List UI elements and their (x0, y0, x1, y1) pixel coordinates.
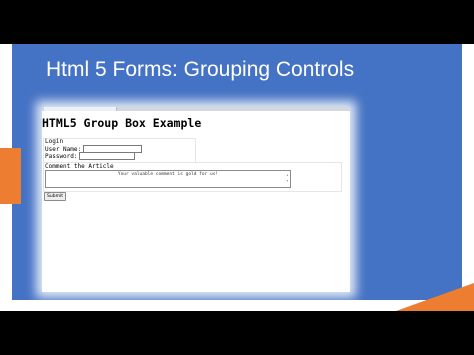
username-label: User Name: (45, 146, 82, 153)
password-input[interactable] (79, 152, 135, 160)
login-legend: Login (45, 138, 64, 145)
accent-corner (396, 283, 474, 311)
accent-bar-left (0, 148, 21, 204)
textarea-scrollbar[interactable]: ▴ ▾ (286, 172, 289, 185)
browser-tab[interactable] (44, 107, 117, 111)
slide-title: Html 5 Forms: Grouping Controls (46, 58, 355, 81)
page-heading: HTML5 Group Box Example (42, 116, 202, 130)
browser-screenshot: HTML5 Group Box Example Login User Name:… (42, 107, 350, 292)
comment-placeholder: Your valuable comment is gold for us! (117, 172, 219, 177)
slide: Html 5 Forms: Grouping Controls HTML5 Gr… (0, 44, 474, 311)
password-label: Password: (45, 153, 78, 160)
submit-button[interactable]: Submit (44, 192, 66, 201)
comment-legend: Comment the Article (45, 163, 114, 170)
comment-textarea[interactable]: Your valuable comment is gold for us! ▴ ▾ (45, 170, 291, 188)
browser-tab-strip (42, 107, 350, 111)
